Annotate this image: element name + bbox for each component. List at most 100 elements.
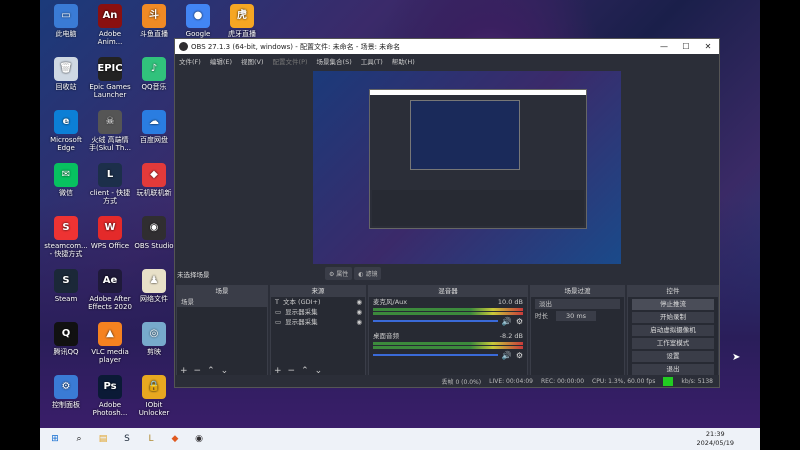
desktop-icon[interactable]: Ae Adobe After Effects 2020 (88, 269, 132, 311)
league-client-icon[interactable]: L (142, 432, 160, 446)
app-icon: ☁ (142, 110, 166, 134)
sources-panel: 来源 T 文本 (GDI+) ◉ ▭ 显示器采集 ◉ ▭ 显示器采集 ◉ + − ⌃ ⌄ (270, 285, 366, 379)
steam-icon[interactable]: S (118, 432, 136, 446)
desktop-icon[interactable]: W WPS Office (88, 216, 132, 250)
properties-button[interactable]: ⚙ 属性 (325, 267, 353, 280)
volume-meter (373, 342, 523, 345)
settings-button[interactable]: 设置 (632, 351, 714, 362)
desktop-icon[interactable]: ◎ 剪映 (132, 322, 176, 356)
source-label: 显示器采集 (285, 308, 318, 316)
speaker-icon[interactable]: 🔊 (502, 351, 512, 360)
eye-icon[interactable]: ◉ (356, 297, 362, 307)
taskbar: ⊞ ⌕ ▤ S L ◆ ◉ 21:39 2024/05/19 (40, 428, 760, 450)
scene-item[interactable]: 场景 (177, 297, 267, 307)
menu-bar: 文件(F) 编辑(E) 视图(V) 配置文件(P) 场景集合(S) 工具(T) … (175, 54, 719, 67)
transition-select[interactable]: 淡出 (535, 299, 620, 309)
cpu-fps: CPU: 1.3%, 60.00 fps (592, 377, 656, 385)
volume-meter (373, 312, 523, 315)
controls-panel: 控件 停止推流 开始录制 启动虚拟摄像机 工作室模式 设置 退出 (627, 285, 719, 379)
mixer-panel: 混音器 麦克风/Aux 10.0 dB 🔊 ⚙ 桌面音频 -8.2 dB 🔊 ⚙ (368, 285, 528, 379)
desktop-icon[interactable]: e Microsoft Edge (44, 110, 88, 152)
duration-row: 时长 30 ms (531, 311, 624, 321)
desktop-icon-label: Adobe Photosh... (92, 401, 128, 417)
desktop-icon[interactable]: EPIC Epic Games Launcher (88, 57, 132, 99)
desktop-icon[interactable]: ▲ VLC media player (88, 322, 132, 364)
system-clock[interactable]: 21:39 2024/05/19 (697, 430, 734, 448)
desktop-icon[interactable]: Ssteamcom... - 快捷方式 (44, 216, 88, 258)
mixer-title: 混音器 (369, 286, 527, 297)
gear-icon[interactable]: ⚙ (516, 317, 523, 326)
obs-logo-icon (179, 42, 188, 51)
desktop-icon[interactable]: Lclient - 快捷方式 (88, 163, 132, 205)
desktop-icon-label: 控制面板 (52, 401, 80, 409)
window-controls: — ☐ ✕ (653, 42, 719, 51)
desktop-icon[interactable]: S Steam (44, 269, 88, 303)
maximize-button[interactable]: ☐ (675, 42, 697, 51)
desktop-icon[interactable]: ▭ 此电脑 (44, 4, 88, 38)
desktop-icon[interactable]: 🔒 IObit Unlocker (132, 375, 176, 417)
desktop-icon[interactable]: ♟ 网络文件 (132, 269, 176, 303)
desktop-icon[interactable]: Q 腾讯QQ (44, 322, 88, 356)
desktop-icon[interactable]: ⚙ 控制面板 (44, 375, 88, 409)
menu-scene-collection[interactable]: 场景集合(S) (317, 56, 352, 66)
menu-profile[interactable]: 配置文件(P) (273, 56, 308, 66)
clock-time: 21:39 (705, 430, 725, 438)
start-button[interactable]: ⊞ (46, 432, 64, 446)
menu-file[interactable]: 文件(F) (179, 56, 201, 66)
start-recording-button[interactable]: 开始录制 (632, 312, 714, 323)
stop-streaming-button[interactable]: 停止推流 (632, 299, 714, 310)
desktop: ▭ 此电脑 An Adobe Anim... 斗斗鱼直播 ● Google 虎虎牙直播 🗑 回收站… (40, 0, 760, 450)
virtual-camera-button[interactable]: 启动虚拟摄像机 (632, 325, 714, 336)
desktop-icon[interactable]: ● Google (176, 4, 220, 38)
speaker-icon[interactable]: 🔊 (502, 317, 512, 326)
desktop-icon[interactable]: 斗斗鱼直播 (132, 4, 176, 38)
desktop-icon[interactable]: ◆ 玩机联机新 (132, 163, 176, 197)
desktop-icon[interactable]: ☠ 火绒 高端情手(Skul Th... (88, 110, 132, 152)
exit-button[interactable]: 退出 (632, 364, 714, 375)
eye-icon[interactable]: ◉ (356, 317, 362, 327)
desktop-icon[interactable]: ◉ OBS Studio (132, 216, 176, 250)
filters-button[interactable]: ◐ 滤镜 (354, 267, 382, 280)
gear-icon[interactable]: ⚙ (516, 351, 523, 360)
file-explorer-icon[interactable]: ▤ (94, 432, 112, 446)
menu-tools[interactable]: 工具(T) (361, 56, 383, 66)
volume-slider[interactable] (373, 320, 498, 322)
app-icon: L (98, 163, 122, 187)
source-label: 显示器采集 (285, 318, 318, 326)
app-icon: ● (186, 4, 210, 28)
preview-canvas[interactable] (313, 71, 621, 264)
eye-icon[interactable]: ◉ (356, 307, 362, 317)
minimize-button[interactable]: — (653, 42, 675, 51)
desktop-icon[interactable]: ♪ QQ音乐 (132, 57, 176, 91)
desktop-icon-label: 此电脑 (55, 30, 77, 38)
app-icon[interactable]: ◆ (166, 432, 184, 446)
source-item[interactable]: T 文本 (GDI+) ◉ (271, 297, 365, 307)
clock-date: 2024/05/19 (696, 439, 734, 447)
source-item[interactable]: ▭ 显示器采集 ◉ (271, 307, 365, 317)
channel-name: 桌面音频 (373, 332, 399, 340)
duration-input[interactable]: 30 ms (556, 311, 597, 321)
app-icon: 斗 (142, 4, 166, 28)
obs-window: OBS 27.1.3 (64-bit, windows) - 配置文件: 未命名… (174, 38, 720, 388)
menu-help[interactable]: 帮助(H) (392, 56, 415, 66)
desktop-icon[interactable]: 虎虎牙直播 (220, 4, 264, 38)
desktop-icon[interactable]: ✉ 微信 (44, 163, 88, 197)
obs-titlebar[interactable]: OBS 27.1.3 (64-bit, windows) - 配置文件: 未命名… (175, 39, 719, 54)
volume-slider[interactable] (373, 354, 498, 356)
search-icon[interactable]: ⌕ (70, 432, 88, 446)
text-source-icon: T (275, 298, 279, 306)
source-item[interactable]: ▭ 显示器采集 ◉ (271, 317, 365, 327)
scenes-title: 场景 (177, 286, 267, 297)
menu-view[interactable]: 视图(V) (241, 56, 264, 66)
desktop-icon[interactable]: ☁ 百度网盘 (132, 110, 176, 144)
desktop-icon[interactable]: 🗑 回收站 (44, 57, 88, 91)
channel-db: 10.0 dB (497, 298, 523, 306)
studio-mode-button[interactable]: 工作室模式 (632, 338, 714, 349)
desktop-icon[interactable]: Ps Adobe Photosh... (88, 375, 132, 417)
desktop-icon-label: client - 快捷方式 (89, 189, 131, 205)
close-button[interactable]: ✕ (697, 42, 719, 51)
menu-edit[interactable]: 编辑(E) (210, 56, 232, 66)
duration-label: 时长 (535, 312, 548, 320)
obs-taskbar-icon[interactable]: ◉ (190, 432, 208, 446)
desktop-icon[interactable]: An Adobe Anim... (88, 4, 132, 46)
